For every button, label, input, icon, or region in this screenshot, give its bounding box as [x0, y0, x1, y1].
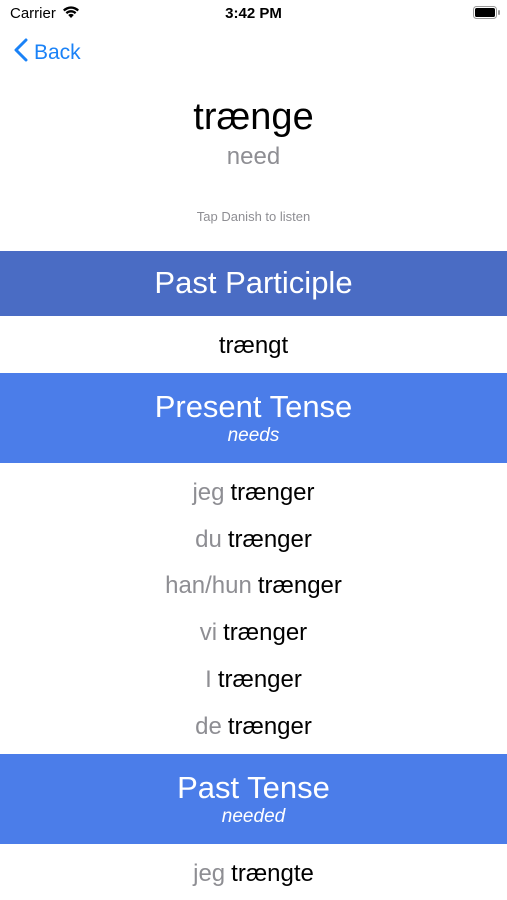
past-participle-header: Past Participle [0, 251, 507, 316]
verb-form: trænger [230, 479, 315, 506]
status-time: 3:42 PM [225, 5, 282, 22]
back-button[interactable]: Back [14, 38, 81, 68]
conjugation-row[interactable]: vi trænger [0, 618, 507, 648]
danish-word[interactable]: trænge [0, 94, 507, 140]
conjugation-row[interactable]: du trænger [0, 525, 507, 555]
pronoun: de [195, 713, 222, 740]
verb-form: trænger [227, 526, 312, 553]
conjugation-row[interactable]: de trænger [0, 712, 507, 742]
english-translation: need [226, 143, 281, 170]
conjugation-row[interactable]: Itrænger [0, 665, 507, 695]
pronoun: I [205, 666, 212, 693]
back-label: Back [34, 41, 81, 64]
chevron-left-icon [14, 38, 28, 68]
pronoun: jeg [192, 479, 225, 506]
section-english: needed [221, 806, 286, 827]
conjugation-row[interactable]: han/hun trænger [0, 571, 507, 601]
present-tense-header: Present Tense needs [0, 373, 507, 463]
status-bar: Carrier 3:42 PM [0, 0, 507, 28]
pronoun: jeg [193, 860, 226, 887]
verb-form: trænger [257, 572, 342, 599]
past-participle-row[interactable]: trængt [0, 331, 507, 361]
verb-form: trænger [227, 713, 312, 740]
word-header: trænge need [0, 94, 507, 172]
conjugation-row[interactable]: jeg trængte [0, 859, 507, 889]
conjugation-row[interactable]: jeg trænger [0, 478, 507, 508]
verb-form: trænger [223, 619, 308, 646]
section-english: needs [227, 425, 280, 446]
past-tense-header: Past Tense needed [0, 754, 507, 844]
section-title: Present Tense [154, 389, 353, 424]
battery-icon [473, 6, 500, 19]
past-participle-form: trængt [218, 332, 289, 359]
listen-hint: Tap Danish to listen [196, 209, 311, 224]
verb-form: trænger [217, 666, 302, 693]
verb-form: trængte [231, 860, 314, 887]
pronoun: han/hun [165, 572, 252, 599]
section-title: Past Participle [154, 265, 353, 300]
section-title: Past Tense [177, 770, 330, 805]
pronoun: du [195, 526, 222, 553]
pronoun: vi [199, 619, 218, 646]
